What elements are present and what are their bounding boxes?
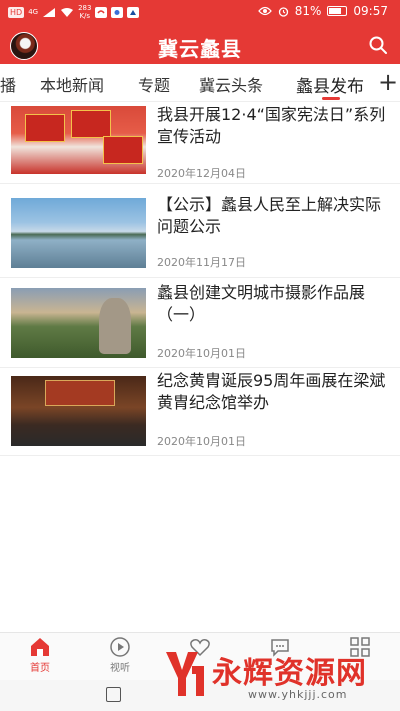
news-date: 2020年10月01日	[157, 435, 246, 448]
watermark-url: www.yhkjjj.com	[248, 688, 348, 701]
thumbnail-detail	[25, 114, 65, 142]
battery-level-fill	[329, 8, 342, 14]
alarm-icon	[278, 6, 288, 17]
list-item[interactable]: 我县开展12·4“国家宪法日”系列宣传活动 2020年12月04日	[0, 102, 400, 184]
app-notification-icon	[111, 6, 124, 18]
watermark-text: 永辉资源网	[212, 656, 367, 691]
status-left: HD 4G 283 K/s	[8, 4, 140, 20]
news-title: 我县开展12·4“国家宪法日”系列宣传活动	[157, 105, 386, 146]
news-date: 2020年12月04日	[157, 167, 246, 180]
home-icon	[31, 638, 49, 656]
list-item[interactable]: 蠡县创建文明城市摄影作品展（一） 2020年10月01日	[0, 280, 400, 368]
battery-icon	[327, 6, 348, 16]
thumbnail-detail	[103, 136, 143, 164]
tab-lixian-release[interactable]: 蠡县发布	[296, 72, 364, 97]
add-channel-button[interactable]: +	[376, 67, 400, 99]
net-speed-unit: K/s	[79, 12, 91, 20]
battery-percent: 81%	[294, 4, 322, 18]
news-title: 纪念黄胄诞辰95周年画展在梁斌黄胄纪念馆举办	[157, 371, 386, 412]
watermark: 永辉资源网 www.yhkjjj.com	[162, 644, 392, 706]
signal-type: 4G	[28, 8, 39, 16]
recent-apps-button[interactable]	[106, 687, 121, 702]
app-notification-icon	[95, 6, 108, 18]
status-bar: HD 4G 283 K/s 81% 09:57	[0, 0, 400, 26]
news-title: 蠡县创建文明城市摄影作品展（一）	[157, 283, 366, 324]
channel-tabs: 播 本地新闻 专题 冀云头条 蠡县发布 +	[0, 64, 400, 102]
nav-media[interactable]: 视听	[90, 637, 150, 674]
active-tab-indicator	[322, 97, 340, 100]
news-thumbnail	[11, 288, 146, 358]
news-thumbnail	[11, 198, 146, 268]
status-right: 81% 09:57	[257, 4, 388, 18]
tab-broadcast[interactable]: 播	[0, 72, 16, 96]
news-title: 【公示】蠡县人民至上解决实际问题公示	[157, 195, 382, 236]
news-date: 2020年10月01日	[157, 347, 246, 360]
news-thumbnail	[11, 106, 146, 174]
app-title: 冀云蠡县	[158, 37, 242, 61]
thumbnail-detail	[99, 298, 131, 354]
signal-icon	[43, 7, 56, 17]
nav-label: 首页	[30, 663, 50, 674]
tab-topics[interactable]: 专题	[138, 72, 170, 96]
net-speed-value: 283	[78, 4, 92, 12]
eye-icon	[257, 6, 272, 16]
nav-label: 视听	[110, 663, 130, 674]
list-item[interactable]: 【公示】蠡县人民至上解决实际问题公示 2020年11月17日	[0, 186, 400, 278]
list-item[interactable]: 纪念黄胄诞辰95周年画展在梁斌黄胄纪念馆举办 2020年10月01日	[0, 368, 400, 456]
app-notification-icon	[127, 6, 140, 18]
hd-badge: HD	[8, 6, 25, 18]
wifi-icon	[61, 7, 74, 17]
tab-local-news[interactable]: 本地新闻	[40, 72, 104, 96]
watermark-logo	[166, 652, 204, 696]
net-speed: 283 K/s	[78, 4, 91, 20]
news-thumbnail	[11, 376, 146, 446]
search-icon[interactable]	[368, 35, 388, 55]
tab-jiyun-headlines[interactable]: 冀云头条	[199, 72, 263, 96]
play-icon	[110, 637, 130, 657]
thumbnail-detail	[45, 380, 115, 406]
app-header: 冀云蠡县	[0, 26, 400, 64]
clock: 09:57	[353, 4, 388, 18]
thumbnail-detail	[71, 110, 111, 138]
news-date: 2020年11月17日	[157, 256, 246, 269]
nav-home[interactable]: 首页	[10, 637, 70, 674]
